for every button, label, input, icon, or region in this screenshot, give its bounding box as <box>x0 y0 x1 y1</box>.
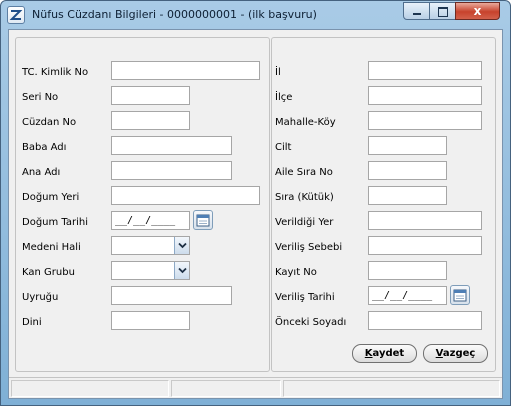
dogum-tarihi-label: Doğum Tarihi <box>22 217 89 228</box>
close-button[interactable]: x <box>455 2 500 20</box>
verilis-sebebi-label: Veriliş Sebebi <box>275 242 343 253</box>
onceki-soyadi-field[interactable] <box>368 311 482 330</box>
dogum-tarihi-calendar-button[interactable] <box>193 210 213 230</box>
tc-kimlik-no-label: TC. Kimlik No <box>22 67 89 78</box>
verilis-tarihi-label: Veriliş Tarihi <box>275 292 335 303</box>
ana-adi-field[interactable] <box>111 161 232 180</box>
aile-sira-no-label: Aile Sıra No <box>275 167 333 178</box>
dialog-body: TC. Kimlik No Seri No Cüzdan No Baba Adı… <box>8 29 503 399</box>
cancel-button[interactable]: Vazgeç <box>423 344 488 363</box>
chevron-down-icon <box>178 267 187 274</box>
verilis-tarihi-calendar-button[interactable] <box>450 285 470 305</box>
seri-no-field[interactable] <box>111 86 190 105</box>
status-panel-2 <box>171 380 281 397</box>
il-label: İl <box>275 67 281 78</box>
dini-label: Dini <box>22 317 42 328</box>
verildigi-yer-field[interactable] <box>368 211 482 230</box>
cuzdan-no-label: Cüzdan No <box>22 117 77 128</box>
ana-adi-label: Ana Adı <box>22 167 61 178</box>
dini-field[interactable] <box>111 311 190 330</box>
title-bar[interactable]: Nüfus Cüzdanı Bilgileri - 0000000001 - (… <box>1 1 510 29</box>
app-logo-icon <box>7 6 25 24</box>
seri-no-label: Seri No <box>22 92 59 103</box>
uyrugu-field[interactable] <box>111 286 232 305</box>
status-bar <box>9 377 502 399</box>
medeni-hali-select[interactable] <box>111 236 190 255</box>
baba-adi-label: Baba Adı <box>22 142 67 153</box>
cilt-field[interactable] <box>368 136 447 155</box>
chevron-down-icon <box>178 242 187 249</box>
onceki-soyadi-label: Önceki Soyadı <box>275 317 347 328</box>
maximize-button[interactable] <box>429 2 456 20</box>
calendar-icon <box>196 214 210 227</box>
calendar-icon <box>453 289 467 302</box>
verilis-sebebi-field[interactable] <box>368 236 482 255</box>
dogum-tarihi-field[interactable]: __/__/____ <box>111 211 190 230</box>
cilt-label: Cilt <box>275 142 292 153</box>
baba-adi-field[interactable] <box>111 136 232 155</box>
tc-kimlik-no-field[interactable] <box>111 61 260 80</box>
aile-sira-no-field[interactable] <box>368 161 447 180</box>
minimize-button[interactable] <box>403 2 430 20</box>
kayit-no-field[interactable] <box>368 261 447 280</box>
medeni-hali-dropdown-button[interactable] <box>174 237 189 254</box>
dogum-yeri-field[interactable] <box>111 186 260 205</box>
kan-grubu-select[interactable] <box>111 261 190 280</box>
save-button[interactable]: Kaydet <box>352 344 417 363</box>
dogum-yeri-label: Doğum Yeri <box>22 192 80 203</box>
cuzdan-no-field[interactable] <box>111 111 190 130</box>
mahalle-koy-label: Mahalle-Köy <box>275 117 336 128</box>
sira-kutuk-label: Sıra (Kütük) <box>275 192 334 203</box>
window-title: Nüfus Cüzdanı Bilgileri - 0000000001 - (… <box>32 8 317 21</box>
kayit-no-label: Kayıt No <box>275 267 317 278</box>
app-window: Nüfus Cüzdanı Bilgileri - 0000000001 - (… <box>0 0 511 406</box>
kan-grubu-label: Kan Grubu <box>22 267 75 278</box>
verilis-tarihi-field[interactable]: __/__/____ <box>368 286 447 305</box>
status-panel-3 <box>283 380 500 397</box>
mahalle-koy-field[interactable] <box>368 111 482 130</box>
uyrugu-label: Uyruğu <box>22 292 59 303</box>
il-field[interactable] <box>368 61 482 80</box>
verildigi-yer-label: Verildiği Yer <box>275 217 334 228</box>
kan-grubu-dropdown-button[interactable] <box>174 262 189 279</box>
ilce-label: İlçe <box>275 92 293 103</box>
status-panel-1 <box>11 380 169 397</box>
medeni-hali-label: Medeni Hali <box>22 242 81 253</box>
close-icon: x <box>473 4 482 18</box>
sira-kutuk-field[interactable] <box>368 186 447 205</box>
ilce-field[interactable] <box>368 86 482 105</box>
